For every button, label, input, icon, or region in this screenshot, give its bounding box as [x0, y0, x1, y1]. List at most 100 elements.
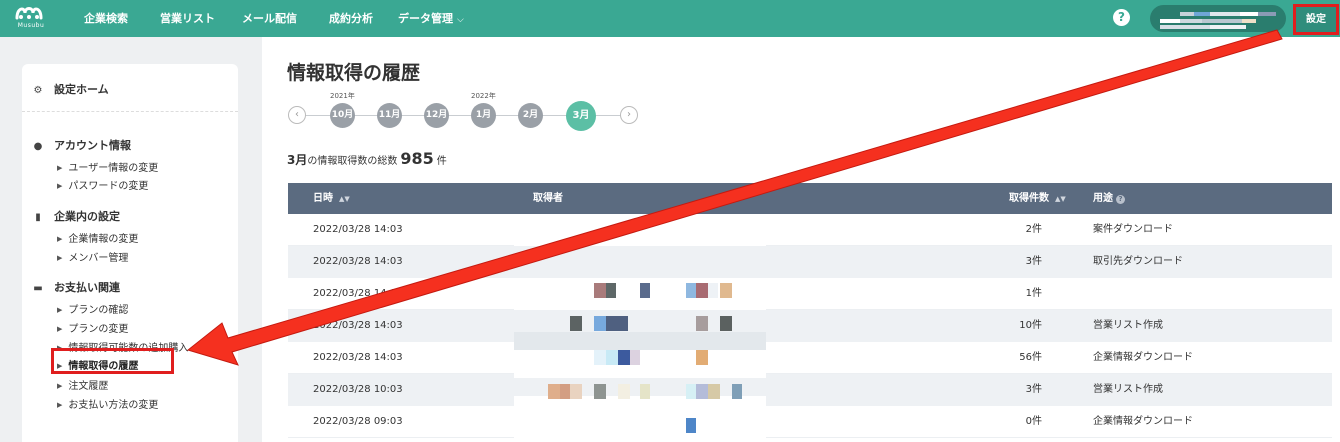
credit-card-icon: ▬ [33, 283, 43, 294]
timeline-next-icon[interactable]: › [620, 106, 638, 124]
table-row: 2022/03/28 14:03 3件 取引先ダウンロード [288, 246, 1332, 278]
summary-text: の情報取得数の総数 [307, 156, 398, 167]
user-account-menu[interactable] [1150, 5, 1286, 32]
cell-date: 2022/03/28 10:03 [313, 384, 403, 395]
cell-count: 3件 [1025, 256, 1042, 267]
sidebar-item-label: 設定ホーム [54, 83, 109, 96]
nav-company-search[interactable]: 企業検索 [84, 0, 128, 37]
table-row: 2022/03/28 14:03 1件 [288, 278, 1332, 310]
sidebar-item-order-history[interactable]: ▶ 注文履歴 [57, 377, 108, 392]
column-header-date[interactable]: 日時 ▲▼ [313, 183, 350, 215]
settings-button[interactable]: 設定 [1293, 4, 1339, 35]
cell-purpose: 案件ダウンロード [1093, 224, 1173, 235]
timeline-year-label: 2021年 [330, 92, 355, 100]
logo-text: Musubu [17, 22, 45, 29]
caret-right-icon: ▶ [57, 254, 63, 262]
settings-sidebar: ⚙ 設定ホーム ● アカウント情報 ▶ ユーザー情報の変更 ▶ パスワードの変更 ▮ 企業… [22, 64, 238, 442]
sidebar-item-label: パスワードの変更 [68, 181, 149, 192]
sidebar-item-label: ユーザー情報の変更 [68, 163, 159, 174]
nav-sales-list[interactable]: 営業リスト [160, 0, 215, 37]
sidebar-item-label: プランの確認 [68, 305, 129, 316]
caret-right-icon: ▶ [57, 382, 63, 390]
header-label: 取得件数 [1009, 193, 1049, 204]
header-label: 取得者 [533, 193, 563, 204]
sidebar-item-label: 企業情報の変更 [68, 234, 139, 245]
acquisition-summary: 3月の情報取得数の総数 985 件 [287, 149, 447, 168]
sidebar-item-settings-home[interactable]: ⚙ 設定ホーム [32, 81, 109, 97]
cell-date: 2022/03/28 09:03 [313, 416, 403, 427]
caret-right-icon: ▶ [57, 235, 63, 243]
summary-total: 985 [400, 149, 434, 168]
nav-deal-analysis[interactable]: 成約分析 [329, 0, 373, 37]
caret-right-icon: ▶ [57, 306, 63, 314]
caret-right-icon: ▶ [57, 401, 63, 409]
sort-icon: ▲▼ [339, 195, 350, 203]
timeline-month-1[interactable]: 1月 [471, 103, 496, 128]
nav-label: 成約分析 [329, 12, 373, 25]
section-title: お支払い関連 [54, 281, 120, 294]
column-header-count[interactable]: 取得件数 ▲▼ [1009, 183, 1066, 215]
header-label: 用途 [1093, 193, 1113, 204]
table-row: 2022/03/28 14:03 2件 案件ダウンロード [288, 214, 1332, 246]
nav-label: データ管理 [398, 12, 453, 25]
header-label: 日時 [313, 193, 333, 204]
nav-label: メール配信 [242, 12, 297, 25]
cell-purpose: 営業リスト作成 [1093, 320, 1163, 331]
page-title: 情報取得の履歴 [287, 62, 421, 84]
nav-data-management[interactable]: データ管理 ⌵ [398, 0, 464, 37]
timeline-year-label: 2022年 [471, 92, 496, 100]
cell-date: 2022/03/28 14:03 [313, 352, 403, 363]
cell-purpose: 企業情報ダウンロード [1093, 416, 1193, 427]
cell-count: 56件 [1019, 352, 1042, 363]
sidebar-section-payment: ▬ お支払い関連 [32, 279, 120, 295]
cell-count: 0件 [1025, 416, 1042, 427]
summary-month: 3月 [287, 153, 308, 167]
sort-icon: ▲▼ [1055, 195, 1066, 203]
highlight-box [51, 348, 174, 374]
cell-purpose: 企業情報ダウンロード [1093, 352, 1193, 363]
sidebar-item-user-info[interactable]: ▶ ユーザー情報の変更 [57, 159, 158, 174]
cell-date: 2022/03/28 14:03 [313, 320, 403, 331]
sidebar-item-label: 注文履歴 [68, 381, 109, 392]
sidebar-item-plan-change[interactable]: ▶ プランの変更 [57, 320, 128, 335]
timeline-month-12[interactable]: 12月 [424, 103, 449, 128]
sidebar-item-payment-method[interactable]: ▶ お支払い方法の変更 [57, 396, 158, 411]
redacted-user-names [514, 214, 766, 442]
cell-date: 2022/03/28 14:03 [313, 288, 403, 299]
table-row: 2022/03/28 14:03 10件 営業リスト作成 [288, 310, 1332, 342]
timeline-month-3-current[interactable]: 3月 [566, 101, 596, 131]
sidebar-item-password[interactable]: ▶ パスワードの変更 [57, 177, 148, 192]
sidebar-item-label: プランの変更 [68, 324, 129, 335]
question-circle-icon[interactable]: ? [1113, 9, 1130, 26]
caret-right-icon: ▶ [57, 164, 63, 172]
cell-count: 1件 [1025, 288, 1042, 299]
sidebar-section-company: ▮ 企業内の設定 [32, 208, 120, 224]
chevron-down-icon: ⌵ [457, 15, 464, 25]
musubu-logo[interactable]: Musubu [14, 3, 48, 35]
summary-unit: 件 [436, 156, 447, 167]
divider [22, 111, 238, 112]
caret-right-icon: ▶ [57, 325, 63, 333]
section-title: アカウント情報 [54, 139, 131, 152]
cell-purpose: 取引先ダウンロード [1093, 256, 1183, 267]
timeline-month-10[interactable]: 10月 [330, 103, 355, 128]
sidebar-item-label: お支払い方法の変更 [68, 400, 159, 411]
info-icon[interactable]: ? [1116, 195, 1125, 204]
nav-label: 営業リスト [160, 12, 215, 25]
timeline-month-2[interactable]: 2月 [518, 103, 543, 128]
nav-mail-delivery[interactable]: メール配信 [242, 0, 297, 37]
sidebar-item-members[interactable]: ▶ メンバー管理 [57, 249, 128, 264]
table-row: 2022/03/28 10:03 3件 営業リスト作成 [288, 374, 1332, 406]
timeline-month-11[interactable]: 11月 [377, 103, 402, 128]
cell-count: 3件 [1025, 384, 1042, 395]
nav-label: 企業検索 [84, 12, 128, 25]
cell-date: 2022/03/28 14:03 [313, 256, 403, 267]
column-header-user: 取得者 [533, 183, 563, 214]
book-icon: ▮ [35, 212, 41, 223]
sidebar-item-plan-confirm[interactable]: ▶ プランの確認 [57, 301, 128, 316]
top-navigation-bar: Musubu 企業検索 営業リスト メール配信 成約分析 データ管理 ⌵ ? 設定 [0, 0, 1340, 37]
cell-count: 2件 [1025, 224, 1042, 235]
cell-date: 2022/03/28 14:03 [313, 224, 403, 235]
sidebar-item-company-info[interactable]: ▶ 企業情報の変更 [57, 230, 138, 245]
timeline-prev-icon[interactable]: ‹ [288, 106, 306, 124]
